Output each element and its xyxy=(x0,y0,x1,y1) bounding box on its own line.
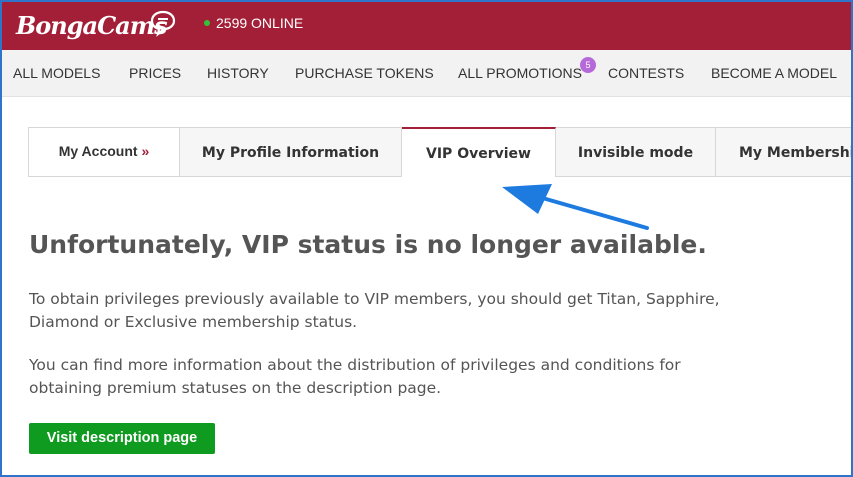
main-nav: ALL MODELS PRICES HISTORY PURCHASE TOKEN… xyxy=(2,50,851,97)
tab-my-membership[interactable]: My Membership xyxy=(716,128,851,176)
online-dot-icon xyxy=(204,20,210,27)
visit-description-page-button[interactable]: Visit description page xyxy=(29,423,215,454)
screenshot-frame: BongaCams 2599 ONLINE ALL MODELS PRICES … xyxy=(0,0,853,477)
nav-all-promotions[interactable]: ALL PROMOTIONS xyxy=(458,50,582,96)
tab-my-account[interactable]: My Account » xyxy=(29,128,180,176)
nav-become-a-model[interactable]: BECOME A MODEL xyxy=(711,50,837,96)
nav-prices[interactable]: PRICES xyxy=(129,50,181,96)
tab-invisible-mode[interactable]: Invisible mode xyxy=(556,128,716,176)
nav-contests[interactable]: CONTESTS xyxy=(608,50,684,96)
online-counter: 2599 ONLINE xyxy=(204,13,303,33)
nav-all-models[interactable]: ALL MODELS xyxy=(13,50,100,96)
page-headline: Unfortunately, VIP status is no longer a… xyxy=(29,230,707,259)
tab-my-profile-information[interactable]: My Profile Information xyxy=(180,128,402,176)
nav-purchase-tokens[interactable]: PURCHASE TOKENS xyxy=(295,50,434,96)
tab-vip-overview[interactable]: VIP Overview xyxy=(402,127,556,177)
top-header: BongaCams 2599 ONLINE xyxy=(2,2,851,50)
account-tabs: My Account » My Profile Information VIP … xyxy=(28,127,851,177)
tab-my-account-arrow: » xyxy=(141,143,150,159)
promotions-count-badge: 5 xyxy=(580,57,596,73)
premium-info-paragraph: You can find more information about the … xyxy=(29,356,681,397)
chat-bubble-icon xyxy=(150,10,176,37)
nav-history[interactable]: HISTORY xyxy=(207,50,269,96)
online-count: 2599 ONLINE xyxy=(216,15,304,31)
vip-info-paragraph: To obtain privileges previously availabl… xyxy=(29,290,720,331)
site-logo[interactable]: BongaCams xyxy=(16,8,168,44)
tab-my-account-label: My Account xyxy=(58,143,138,159)
